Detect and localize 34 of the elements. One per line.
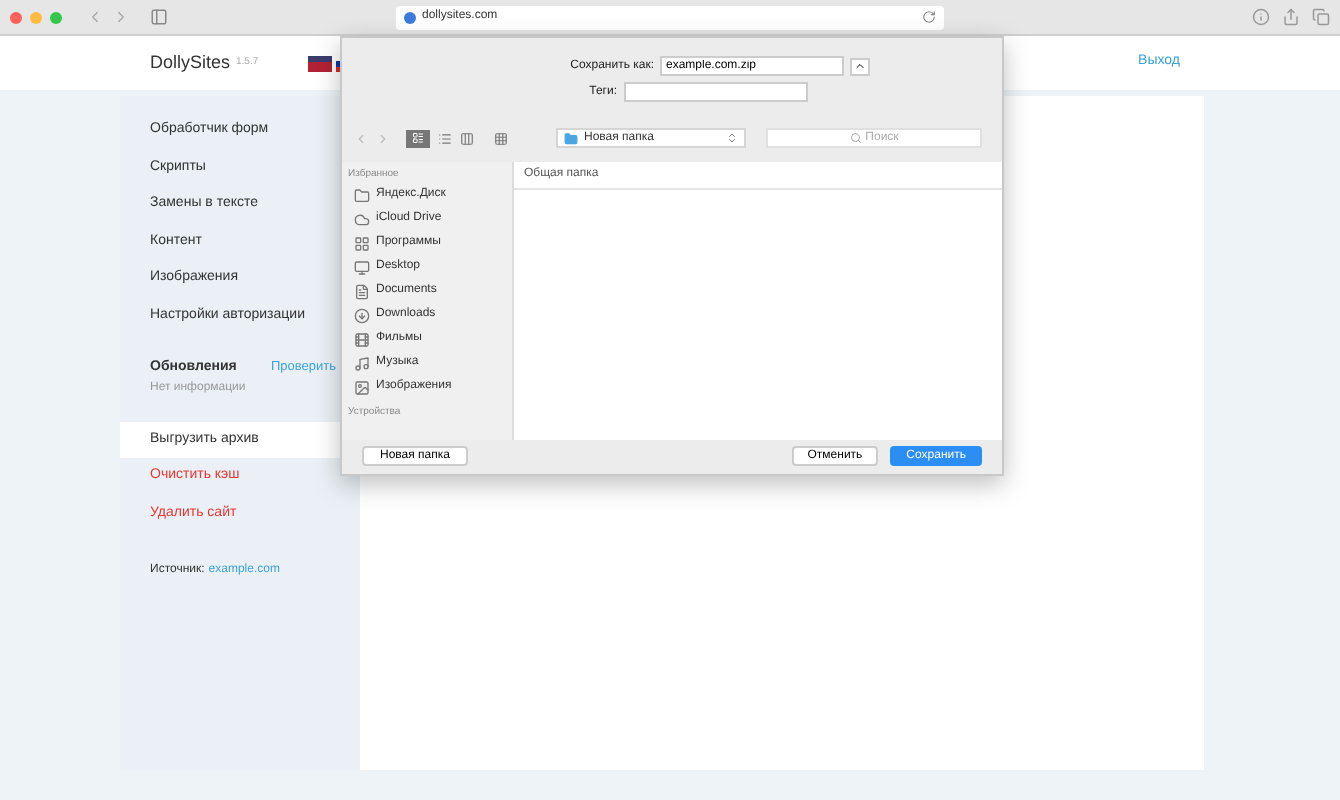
grid-icon <box>354 235 370 251</box>
folder-icon <box>354 187 370 203</box>
music-icon <box>354 355 370 371</box>
zoom-icon[interactable] <box>50 11 62 23</box>
tabs-icon[interactable] <box>1312 8 1330 26</box>
sidebar-icon[interactable] <box>150 8 168 26</box>
list-view-icon[interactable] <box>438 131 452 145</box>
globe-icon <box>404 11 416 23</box>
folder-icon <box>564 131 578 145</box>
tags-field[interactable] <box>623 82 807 102</box>
minimize-icon[interactable] <box>30 11 42 23</box>
column-view-icon[interactable] <box>460 131 474 145</box>
arrange-icon[interactable] <box>494 131 508 145</box>
document-icon <box>354 283 370 299</box>
download-icon <box>354 307 370 323</box>
info-icon[interactable] <box>1252 8 1270 26</box>
share-icon[interactable] <box>1282 8 1300 26</box>
back-icon[interactable] <box>86 8 104 26</box>
chevron-up-icon <box>854 60 866 72</box>
back-icon[interactable] <box>354 131 368 145</box>
cloud-icon <box>354 211 370 227</box>
reload-icon[interactable] <box>922 10 936 24</box>
icon-view-button[interactable] <box>406 129 430 147</box>
logo: DollySites <box>150 49 231 76</box>
monitor-icon <box>354 259 370 275</box>
expand-button[interactable] <box>850 57 870 75</box>
search-icon <box>849 132 862 144</box>
flag-icon[interactable] <box>308 55 333 71</box>
forward-icon[interactable] <box>112 8 130 26</box>
forward-icon[interactable] <box>376 131 390 145</box>
close-icon[interactable] <box>10 11 22 23</box>
image-icon <box>354 379 370 395</box>
film-icon <box>354 331 370 347</box>
icon-view-icon <box>412 132 424 144</box>
